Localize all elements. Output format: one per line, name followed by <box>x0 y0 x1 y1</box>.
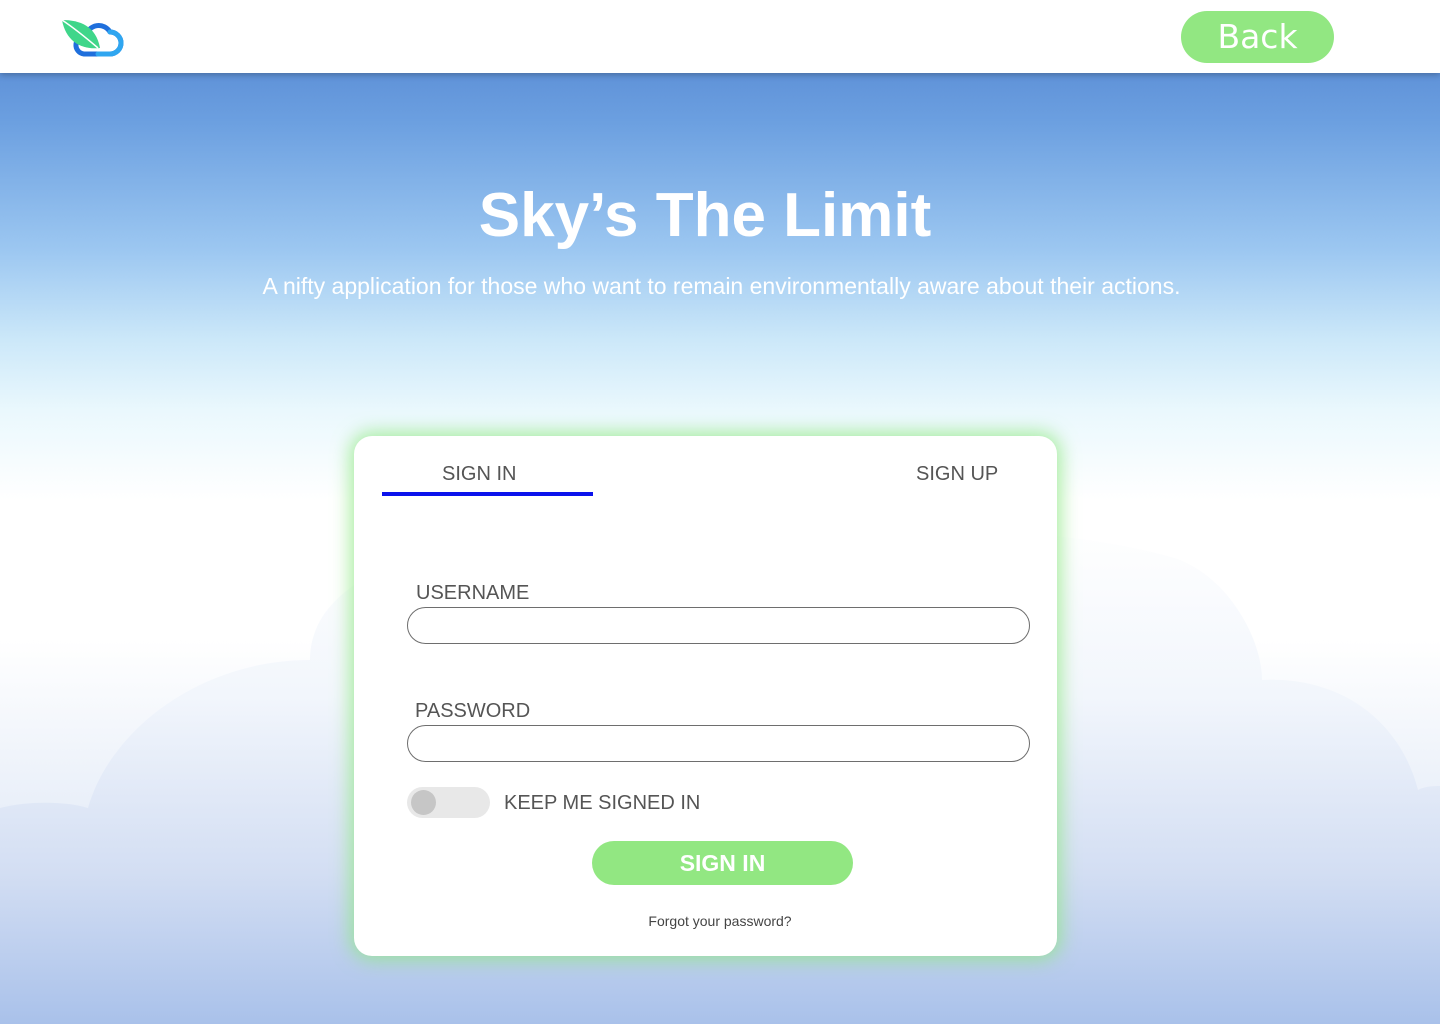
leaf-cloud-logo-icon[interactable] <box>60 18 124 58</box>
hero-title: Sky’s The Limit <box>478 181 932 250</box>
active-tab-indicator <box>382 492 593 496</box>
tab-sign-up[interactable]: SIGN UP <box>916 462 998 486</box>
tab-sign-in[interactable]: SIGN IN <box>442 462 516 486</box>
forgot-password-link[interactable]: Forgot your password? <box>354 912 1086 930</box>
password-input[interactable] <box>407 725 1030 762</box>
top-header: Back <box>0 0 1440 73</box>
back-button[interactable]: Back <box>1181 11 1334 63</box>
toggle-knob <box>411 790 436 815</box>
keep-signed-in-label: KEEP ME SIGNED IN <box>504 792 701 814</box>
password-label: PASSWORD <box>415 700 531 722</box>
username-label: USERNAME <box>416 582 530 604</box>
auth-card: SIGN IN SIGN UP USERNAME PASSWORD KEEP M… <box>354 436 1057 956</box>
hero-subtitle: A nifty application for those who want t… <box>262 273 1181 299</box>
sign-in-button[interactable]: SIGN IN <box>592 841 853 885</box>
username-input[interactable] <box>407 607 1030 644</box>
keep-signed-in-toggle[interactable] <box>407 787 490 818</box>
